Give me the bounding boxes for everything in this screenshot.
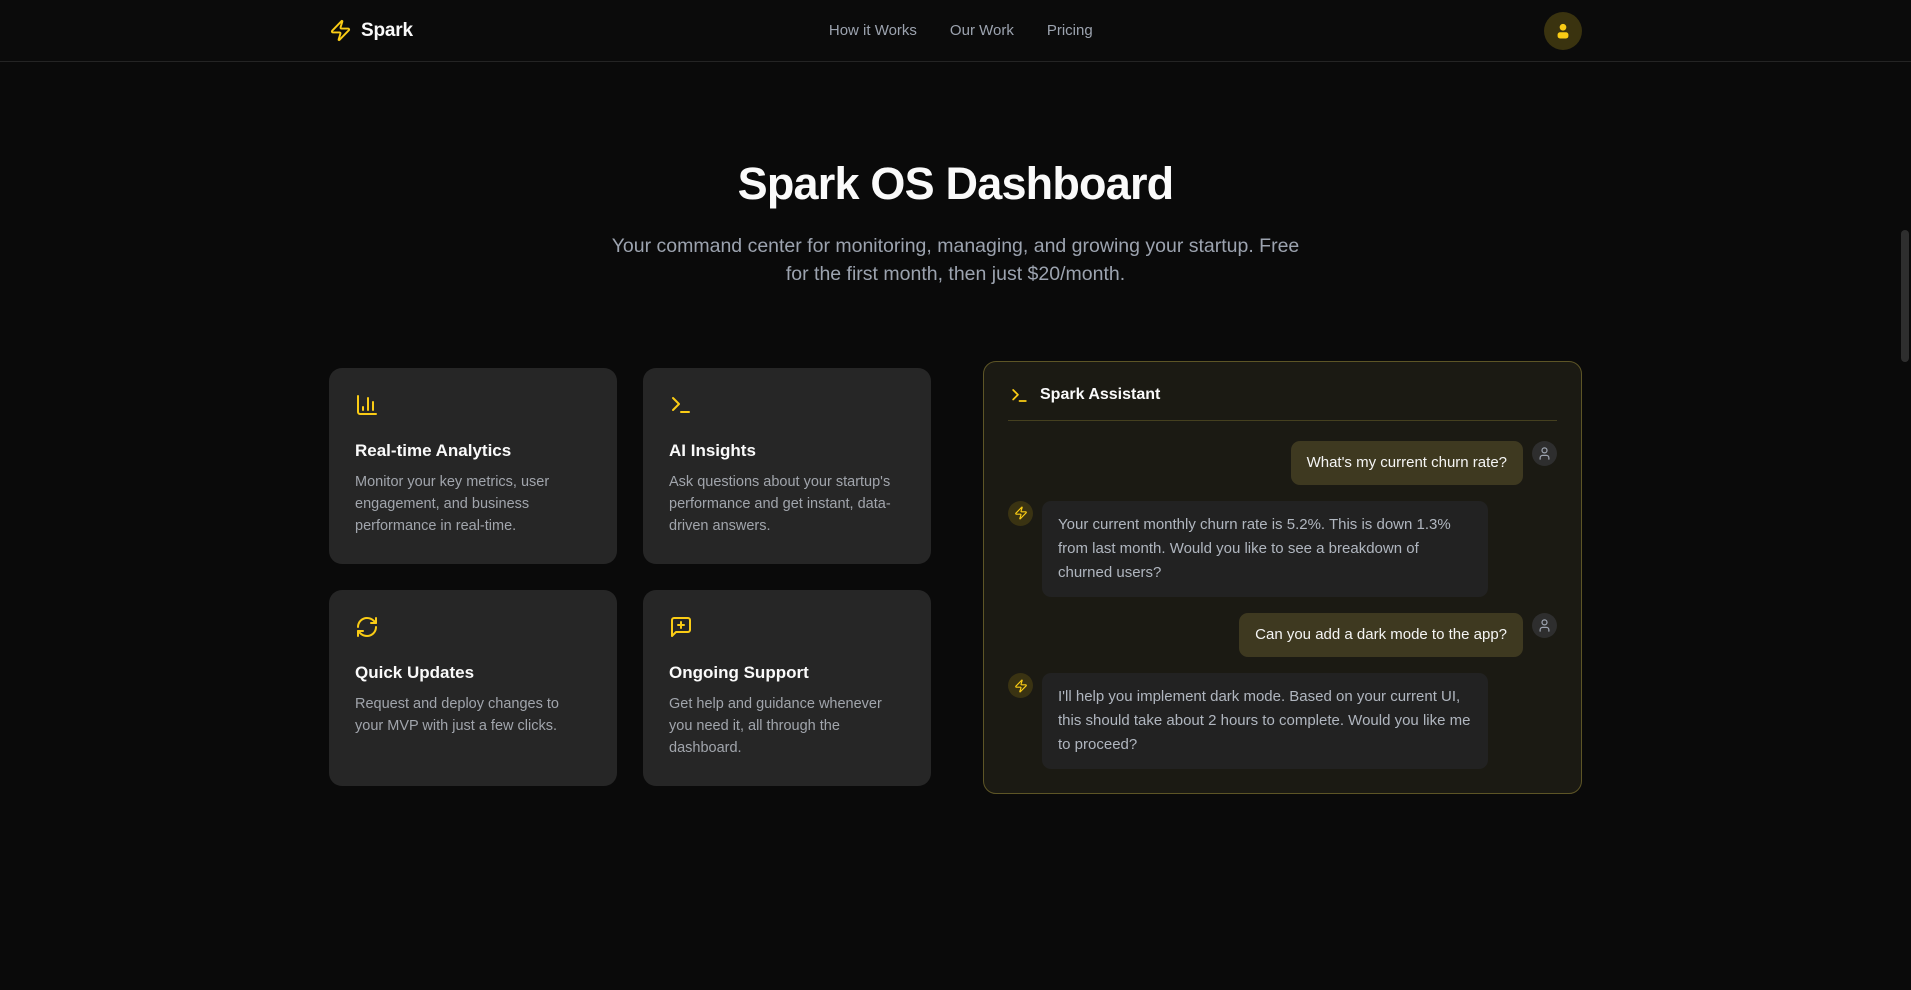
feature-title: Real-time Analytics (355, 441, 591, 461)
user-message-bubble: Can you add a dark mode to the app? (1239, 613, 1523, 657)
zap-icon (1014, 506, 1028, 520)
assistant-message-bubble: I'll help you implement dark mode. Based… (1042, 673, 1488, 769)
feature-description: Get help and guidance whenever you need … (669, 693, 905, 759)
user-icon (1553, 21, 1573, 41)
user-icon (1537, 618, 1552, 633)
features-grid: Real-time Analytics Monitor your key met… (329, 368, 931, 786)
assistant-title: Spark Assistant (1040, 386, 1160, 404)
user-avatar (1532, 613, 1557, 638)
chat-message-user: Can you add a dark mode to the app? (1008, 613, 1557, 657)
nav-link-pricing[interactable]: Pricing (1047, 22, 1093, 39)
zap-icon (1014, 679, 1028, 693)
feature-title: AI Insights (669, 441, 905, 461)
chat-message-assistant: I'll help you implement dark mode. Based… (1008, 673, 1557, 769)
main-content: Real-time Analytics Monitor your key met… (329, 361, 1582, 795)
feature-card-ongoing-support: Ongoing Support Get help and guidance wh… (643, 590, 931, 786)
feature-card-quick-updates: Quick Updates Request and deploy changes… (329, 590, 617, 786)
nav-link-how-it-works[interactable]: How it Works (829, 22, 917, 39)
brand-name: Spark (361, 20, 413, 42)
scrollbar-thumb[interactable] (1901, 230, 1909, 362)
nav-link-our-work[interactable]: Our Work (950, 22, 1014, 39)
bar-chart-icon (355, 393, 379, 417)
page-subtitle: Your command center for monitoring, mana… (606, 232, 1306, 289)
user-message-bubble: What's my current churn rate? (1291, 441, 1523, 485)
terminal-icon (669, 393, 693, 417)
hero-section: Spark OS Dashboard Your command center f… (0, 62, 1911, 289)
assistant-message-bubble: Your current monthly churn rate is 5.2%.… (1042, 501, 1488, 597)
feature-title: Quick Updates (355, 663, 591, 683)
nav-links: How it Works Our Work Pricing (829, 22, 1093, 39)
feature-description: Request and deploy changes to your MVP w… (355, 693, 591, 737)
user-avatar (1532, 441, 1557, 466)
feature-card-realtime-analytics: Real-time Analytics Monitor your key met… (329, 368, 617, 564)
assistant-avatar (1008, 673, 1033, 698)
zap-icon (329, 19, 352, 42)
assistant-avatar (1008, 501, 1033, 526)
feature-description: Ask questions about your startup's perfo… (669, 471, 905, 537)
refresh-icon (355, 615, 379, 639)
chat-message-assistant: Your current monthly churn rate is 5.2%.… (1008, 501, 1557, 597)
spark-assistant-panel: Spark Assistant What's my current churn … (983, 361, 1582, 795)
page-title: Spark OS Dashboard (0, 158, 1911, 210)
divider (1008, 420, 1557, 421)
brand-logo[interactable]: Spark (329, 19, 413, 42)
feature-card-ai-insights: AI Insights Ask questions about your sta… (643, 368, 931, 564)
user-avatar-button[interactable] (1544, 12, 1582, 50)
terminal-icon (1010, 386, 1029, 405)
feature-description: Monitor your key metrics, user engagemen… (355, 471, 591, 537)
user-icon (1537, 446, 1552, 461)
scrollbar[interactable] (1899, 0, 1911, 990)
chat-message-user: What's my current churn rate? (1008, 441, 1557, 485)
chat-messages: What's my current churn rate? Your curre… (1008, 441, 1557, 770)
message-square-plus-icon (669, 615, 693, 639)
feature-title: Ongoing Support (669, 663, 905, 683)
top-navigation: Spark How it Works Our Work Pricing (0, 0, 1911, 62)
assistant-header: Spark Assistant (1008, 386, 1557, 405)
